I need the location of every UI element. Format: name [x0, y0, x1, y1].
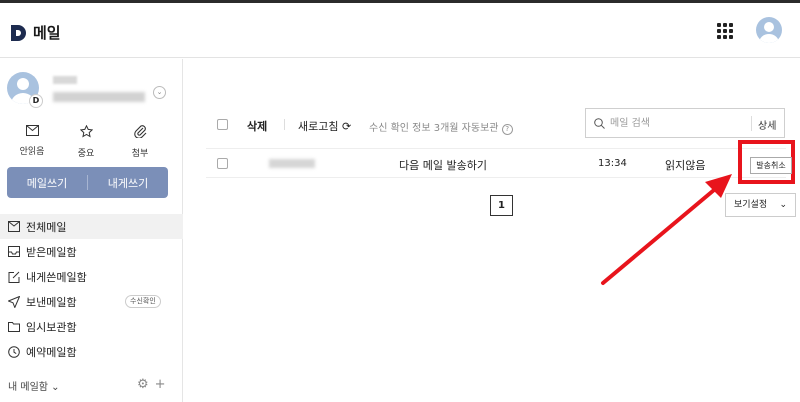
edit-box-icon — [8, 271, 20, 283]
nav-label: 예약메일함 — [26, 345, 77, 359]
my-mailbox-label: 내 메일함 — [8, 382, 48, 393]
mail-time: 13:34 — [598, 158, 627, 169]
profile-name-redacted — [53, 76, 77, 84]
person-icon — [759, 22, 779, 43]
view-settings-label: 보기설정 — [734, 200, 768, 210]
add-folder-plus-icon[interactable]: + — [155, 377, 166, 392]
folder-icon — [8, 322, 20, 332]
mail-search-box: 상세 — [585, 108, 785, 138]
nav-label: 받은메일함 — [26, 245, 77, 259]
quick-unread-button[interactable]: 안읽음 — [12, 125, 52, 158]
mailbox-icon — [8, 221, 20, 232]
mail-read-status: 읽지않음 — [665, 159, 706, 172]
nav-label: 임시보관함 — [26, 320, 77, 334]
app-title: 메일 — [33, 24, 61, 42]
refresh-button[interactable]: 새로고침 ⟳ — [298, 118, 351, 134]
inbox-icon — [8, 246, 20, 257]
refresh-icon: ⟳ — [341, 120, 352, 133]
chevron-down-icon: ⌄ — [51, 382, 60, 393]
select-all-checkbox[interactable] — [217, 119, 228, 130]
search-input[interactable] — [610, 116, 750, 130]
chevron-down-icon[interactable]: ⌄ — [153, 86, 166, 99]
read-receipt-info-text: 수신 확인 정보 3개월 자동보관 ? — [369, 119, 513, 135]
pagination-current-page[interactable]: 1 — [490, 195, 513, 216]
view-settings-dropdown[interactable]: 보기설정 ⌄ — [725, 193, 796, 217]
read-receipt-badge[interactable]: 수신확인 — [125, 295, 161, 308]
advanced-search-button[interactable]: 상세 — [758, 117, 776, 132]
write-to-self-button[interactable]: 내게쓰기 — [88, 175, 168, 191]
nav-item-scheduled[interactable]: 예약메일함 — [0, 339, 183, 364]
nav-item-inbox[interactable]: 받은메일함 — [0, 239, 183, 264]
chevron-down-icon: ⌄ — [779, 200, 787, 210]
profile-email-redacted — [53, 92, 145, 102]
search-icon — [594, 118, 605, 129]
quick-unread-label: 안읽음 — [19, 147, 45, 157]
refresh-label: 새로고침 — [298, 120, 339, 133]
sidebar: D ⌄ 안읽음 중요 첨부 메일쓰기 내게쓰기 전체메일 받은메일함 내게쓴메일… — [0, 59, 183, 402]
cancel-send-button[interactable]: 발송취소 — [750, 157, 792, 174]
quick-attachment-label: 첨부 — [131, 149, 149, 159]
mail-subject[interactable]: 다음 메일 발송하기 — [399, 157, 487, 173]
toolbar-divider — [284, 119, 285, 130]
nav-label: 보낸메일함 — [26, 295, 77, 309]
mailbox-nav: 전체메일 받은메일함 내게쓴메일함 보낸메일함 수신확인 임시보관함 예약메일함 — [0, 214, 183, 364]
my-mailbox-toggle[interactable]: 내 메일함 ⌄ — [8, 378, 60, 393]
user-avatar[interactable] — [756, 17, 782, 43]
write-mail-button[interactable]: 메일쓰기 — [7, 175, 87, 191]
quick-attachment-button[interactable]: 첨부 — [120, 125, 160, 160]
nav-label: 전체메일 — [26, 220, 67, 234]
apps-grid-icon[interactable] — [717, 23, 733, 39]
clock-icon — [8, 345, 20, 358]
nav-item-sent[interactable]: 보낸메일함 수신확인 — [0, 289, 183, 314]
mail-recipient-redacted — [269, 159, 315, 168]
envelope-icon — [25, 125, 39, 136]
app-header: 메일 — [0, 3, 800, 58]
compose-bar: 메일쓰기 내게쓰기 — [7, 167, 168, 198]
paperclip-icon — [133, 125, 146, 138]
nav-item-self-mail[interactable]: 내게쓴메일함 — [0, 264, 183, 289]
my-mailbox-tools: ⚙ + — [137, 377, 166, 392]
settings-gear-icon[interactable]: ⚙ — [137, 377, 149, 392]
nav-label: 내게쓴메일함 — [26, 270, 87, 284]
quick-important-button[interactable]: 중요 — [66, 125, 106, 160]
nav-item-all-mail[interactable]: 전체메일 — [0, 214, 183, 239]
app-logo[interactable]: 메일 — [9, 22, 61, 43]
delete-button[interactable]: 삭제 — [247, 118, 267, 134]
quick-important-label: 중요 — [77, 149, 95, 159]
mail-row-checkbox[interactable] — [217, 158, 228, 169]
info-text: 수신 확인 정보 3개월 자동보관 — [369, 123, 499, 134]
search-divider — [751, 116, 752, 131]
nav-item-drafts[interactable]: 임시보관함 — [0, 314, 183, 339]
help-circle-icon[interactable]: ? — [501, 124, 513, 135]
daum-logo-icon — [11, 24, 26, 41]
profile-badge: D — [29, 94, 43, 108]
send-icon — [8, 295, 20, 308]
star-icon — [79, 125, 93, 138]
mail-row[interactable]: 다음 메일 발송하기 13:34 읽지않음 — [206, 148, 786, 178]
